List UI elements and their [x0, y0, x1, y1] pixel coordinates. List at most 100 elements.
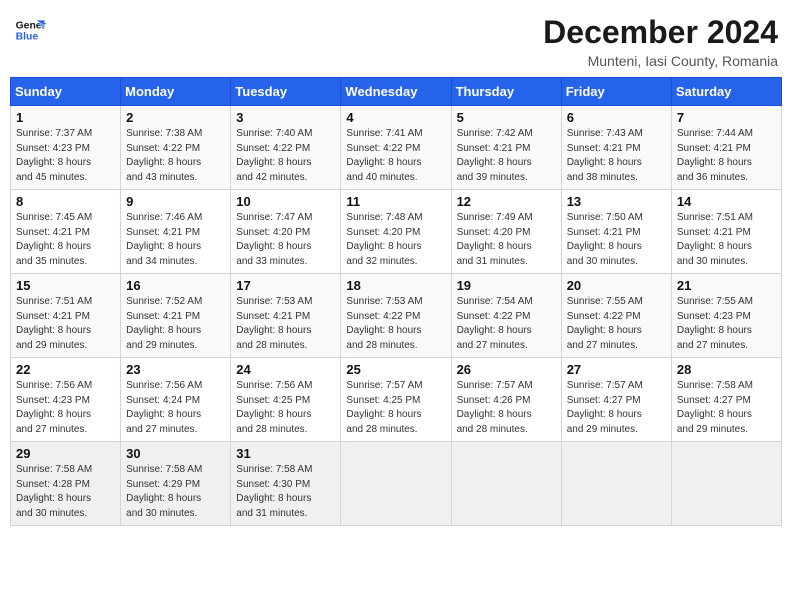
day-info-31: Sunrise: 7:58 AM Sunset: 4:30 PM Dayligh… — [236, 463, 335, 521]
day-number-9: 9 — [126, 194, 225, 209]
day-info-6: Sunrise: 7:43 AM Sunset: 4:21 PM Dayligh… — [567, 127, 666, 185]
day-number-31: 31 — [236, 446, 335, 461]
day-cell-21: 21 Sunrise: 7:55 AM Sunset: 4:23 PM Dayli… — [671, 274, 781, 358]
day-info-21: Sunrise: 7:55 AM Sunset: 4:23 PM Dayligh… — [677, 295, 776, 353]
day-cell-12: 12Sunrise: 7:49 AM Sunset: 4:20 PM Dayli… — [451, 190, 561, 274]
day-cell-9: 9 Sunrise: 7:46 AM Sunset: 4:21 PM Daylig… — [121, 190, 231, 274]
day-cell-24: 24 Sunrise: 7:56 AM Sunset: 4:25 PM Dayli… — [231, 358, 341, 442]
day-number-18: 18 — [346, 278, 445, 293]
day-info-19: Sunrise: 7:54 AM Sunset: 4:22 PM Dayligh… — [457, 295, 556, 353]
day-number-1: 1 — [16, 110, 115, 125]
day-cell-17: 17 Sunrise: 7:53 AM Sunset: 4:21 PM Dayli… — [231, 274, 341, 358]
day-number-14: 14 — [677, 194, 776, 209]
day-info-3: Sunrise: 7:40 AM Sunset: 4:22 PM Dayligh… — [236, 127, 335, 185]
day-info-4: Sunrise: 7:41 AM Sunset: 4:22 PM Dayligh… — [346, 127, 445, 185]
weekday-header-monday: Monday — [121, 78, 231, 106]
empty-cell — [451, 442, 561, 526]
weekday-header-tuesday: Tuesday — [231, 78, 341, 106]
day-cell-16: 16Sunrise: 7:52 AM Sunset: 4:21 PM Dayli… — [121, 274, 231, 358]
day-number-21: 21 — [677, 278, 776, 293]
day-number-15: 15 — [16, 278, 115, 293]
day-number-23: 23 — [126, 362, 225, 377]
day-cell-20: 20 Sunrise: 7:55 AM Sunset: 4:22 PM Dayli… — [561, 274, 671, 358]
calendar-header: SundayMondayTuesdayWednesdayThursdayFrid… — [11, 78, 782, 106]
day-info-16: Sunrise: 7:52 AM Sunset: 4:21 PM Dayligh… — [126, 295, 225, 353]
day-number-26: 26 — [457, 362, 556, 377]
day-info-23: Sunrise: 7:56 AM Sunset: 4:24 PM Dayligh… — [126, 379, 225, 437]
day-number-20: 20 — [567, 278, 666, 293]
day-cell-7: 7Sunrise: 7:44 AM Sunset: 4:21 PM Daylig… — [671, 106, 781, 190]
day-number-10: 10 — [236, 194, 335, 209]
day-number-19: 19 — [457, 278, 556, 293]
day-cell-19: 19 Sunrise: 7:54 AM Sunset: 4:22 PM Dayli… — [451, 274, 561, 358]
day-cell-11: 11 Sunrise: 7:48 AM Sunset: 4:20 PM Dayli… — [341, 190, 451, 274]
day-number-2: 2 — [126, 110, 225, 125]
day-info-5: Sunrise: 7:42 AM Sunset: 4:21 PM Dayligh… — [457, 127, 556, 185]
week-row-1: 1 Sunrise: 7:37 AM Sunset: 4:23 PM Daylig… — [11, 106, 782, 190]
day-number-11: 11 — [346, 194, 445, 209]
day-cell-18: 18Sunrise: 7:53 AM Sunset: 4:22 PM Dayli… — [341, 274, 451, 358]
empty-cell — [341, 442, 451, 526]
day-info-28: Sunrise: 7:58 AM Sunset: 4:27 PM Dayligh… — [677, 379, 776, 437]
day-number-13: 13 — [567, 194, 666, 209]
day-number-6: 6 — [567, 110, 666, 125]
day-cell-10: 10 Sunrise: 7:47 AM Sunset: 4:20 PM Dayli… — [231, 190, 341, 274]
day-info-24: Sunrise: 7:56 AM Sunset: 4:25 PM Dayligh… — [236, 379, 335, 437]
day-cell-25: 25Sunrise: 7:57 AM Sunset: 4:25 PM Dayli… — [341, 358, 451, 442]
day-cell-31: 31 Sunrise: 7:58 AM Sunset: 4:30 PM Dayli… — [231, 442, 341, 526]
day-info-26: Sunrise: 7:57 AM Sunset: 4:26 PM Dayligh… — [457, 379, 556, 437]
weekday-header-row: SundayMondayTuesdayWednesdayThursdayFrid… — [11, 78, 782, 106]
day-cell-26: 26 Sunrise: 7:57 AM Sunset: 4:26 PM Dayli… — [451, 358, 561, 442]
day-number-17: 17 — [236, 278, 335, 293]
weekday-header-wednesday: Wednesday — [341, 78, 451, 106]
logo: General Blue — [14, 14, 46, 46]
day-cell-3: 3 Sunrise: 7:40 AM Sunset: 4:22 PM Daylig… — [231, 106, 341, 190]
weekday-header-thursday: Thursday — [451, 78, 561, 106]
day-cell-6: 6 Sunrise: 7:43 AM Sunset: 4:21 PM Daylig… — [561, 106, 671, 190]
calendar-body: 1 Sunrise: 7:37 AM Sunset: 4:23 PM Daylig… — [11, 106, 782, 526]
weekday-header-friday: Friday — [561, 78, 671, 106]
day-info-17: Sunrise: 7:53 AM Sunset: 4:21 PM Dayligh… — [236, 295, 335, 353]
week-row-3: 15 Sunrise: 7:51 AM Sunset: 4:21 PM Dayli… — [11, 274, 782, 358]
day-number-25: 25 — [346, 362, 445, 377]
day-number-4: 4 — [346, 110, 445, 125]
day-info-15: Sunrise: 7:51 AM Sunset: 4:21 PM Dayligh… — [16, 295, 115, 353]
month-title: December 2024 — [543, 14, 778, 51]
day-info-22: Sunrise: 7:56 AM Sunset: 4:23 PM Dayligh… — [16, 379, 115, 437]
logo-icon: General Blue — [14, 14, 46, 46]
day-info-11: Sunrise: 7:48 AM Sunset: 4:20 PM Dayligh… — [346, 211, 445, 269]
day-info-9: Sunrise: 7:46 AM Sunset: 4:21 PM Dayligh… — [126, 211, 225, 269]
weekday-header-saturday: Saturday — [671, 78, 781, 106]
empty-cell — [671, 442, 781, 526]
day-number-28: 28 — [677, 362, 776, 377]
day-info-2: Sunrise: 7:38 AM Sunset: 4:22 PM Dayligh… — [126, 127, 225, 185]
day-info-20: Sunrise: 7:55 AM Sunset: 4:22 PM Dayligh… — [567, 295, 666, 353]
day-info-7: Sunrise: 7:44 AM Sunset: 4:21 PM Dayligh… — [677, 127, 776, 185]
day-info-8: Sunrise: 7:45 AM Sunset: 4:21 PM Dayligh… — [16, 211, 115, 269]
day-info-10: Sunrise: 7:47 AM Sunset: 4:20 PM Dayligh… — [236, 211, 335, 269]
day-number-27: 27 — [567, 362, 666, 377]
day-cell-15: 15 Sunrise: 7:51 AM Sunset: 4:21 PM Dayli… — [11, 274, 121, 358]
day-cell-13: 13 Sunrise: 7:50 AM Sunset: 4:21 PM Dayli… — [561, 190, 671, 274]
day-cell-2: 2 Sunrise: 7:38 AM Sunset: 4:22 PM Daylig… — [121, 106, 231, 190]
day-cell-1: 1 Sunrise: 7:37 AM Sunset: 4:23 PM Daylig… — [11, 106, 121, 190]
day-cell-27: 27Sunrise: 7:57 AM Sunset: 4:27 PM Dayli… — [561, 358, 671, 442]
day-info-13: Sunrise: 7:50 AM Sunset: 4:21 PM Dayligh… — [567, 211, 666, 269]
day-cell-23: 23 Sunrise: 7:56 AM Sunset: 4:24 PM Dayli… — [121, 358, 231, 442]
empty-cell — [561, 442, 671, 526]
week-row-4: 22 Sunrise: 7:56 AM Sunset: 4:23 PM Dayli… — [11, 358, 782, 442]
weekday-header-sunday: Sunday — [11, 78, 121, 106]
day-cell-5: 5Sunrise: 7:42 AM Sunset: 4:21 PM Daylig… — [451, 106, 561, 190]
day-cell-8: 8Sunrise: 7:45 AM Sunset: 4:21 PM Daylig… — [11, 190, 121, 274]
day-number-3: 3 — [236, 110, 335, 125]
day-number-24: 24 — [236, 362, 335, 377]
day-cell-22: 22 Sunrise: 7:56 AM Sunset: 4:23 PM Dayli… — [11, 358, 121, 442]
day-number-12: 12 — [457, 194, 556, 209]
day-info-1: Sunrise: 7:37 AM Sunset: 4:23 PM Dayligh… — [16, 127, 115, 185]
day-number-29: 29 — [16, 446, 115, 461]
day-cell-30: 30Sunrise: 7:58 AM Sunset: 4:29 PM Dayli… — [121, 442, 231, 526]
day-cell-14: 14Sunrise: 7:51 AM Sunset: 4:21 PM Dayli… — [671, 190, 781, 274]
day-number-22: 22 — [16, 362, 115, 377]
day-number-30: 30 — [126, 446, 225, 461]
week-row-5: 29Sunrise: 7:58 AM Sunset: 4:28 PM Dayli… — [11, 442, 782, 526]
